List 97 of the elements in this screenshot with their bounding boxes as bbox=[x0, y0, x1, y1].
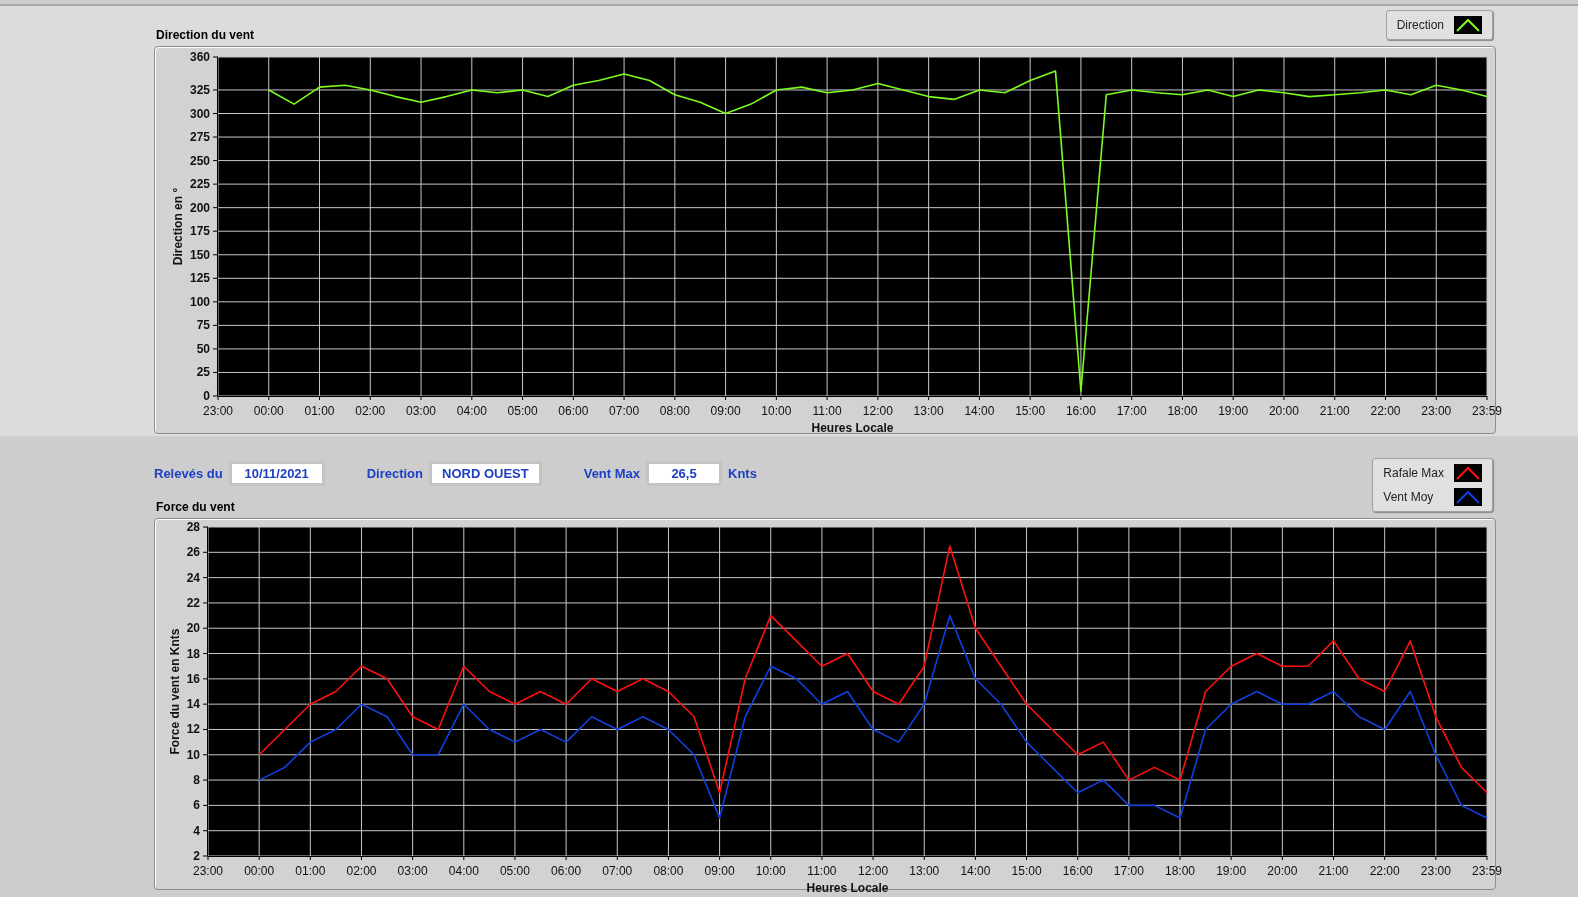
axis-tick-label: 4 bbox=[193, 823, 200, 838]
axis-tick-label: 05:00 bbox=[507, 404, 538, 418]
axis-tick-label: 360 bbox=[189, 50, 210, 64]
axis-tick-label: 02:00 bbox=[346, 864, 377, 878]
value-field: 10/11/2021 bbox=[228, 461, 325, 486]
legend-label: Rafale Max bbox=[1383, 466, 1444, 480]
axis-tick-label: 00:00 bbox=[253, 404, 284, 418]
axis-tick-label: 09:00 bbox=[710, 404, 741, 418]
axis-tick-label: 04:00 bbox=[448, 864, 479, 878]
axis-tick-label: 08:00 bbox=[659, 404, 690, 418]
axis-tick-label: 01:00 bbox=[304, 404, 335, 418]
axis-tick-label: 20:00 bbox=[1267, 864, 1298, 878]
axis-title: Force du vent en Knts bbox=[168, 628, 182, 755]
axis-tick-label: 18:00 bbox=[1165, 864, 1196, 878]
axis-tick-label: 25 bbox=[196, 365, 210, 380]
axis-tick-label: 6 bbox=[193, 798, 200, 813]
axis-tick-label: 14 bbox=[186, 697, 200, 712]
axis-tick-label: 18:00 bbox=[1167, 404, 1198, 418]
axis-tick-label: 19:00 bbox=[1216, 864, 1247, 878]
axis-tick-label: 03:00 bbox=[397, 864, 428, 878]
axis-tick-label: 06:00 bbox=[551, 864, 582, 878]
axis-tick-label: 275 bbox=[189, 130, 210, 145]
axis-tick-label: 16:00 bbox=[1065, 404, 1096, 418]
axis-tick-label: 10:00 bbox=[761, 404, 792, 418]
axis-tick-label: 23:00 bbox=[193, 864, 223, 878]
axis-tick-label: 11:00 bbox=[807, 864, 837, 878]
axis-tick-label: 23:59 bbox=[1472, 864, 1502, 878]
axis-tick-label: 22:00 bbox=[1370, 404, 1401, 418]
axis-tick-label: 22 bbox=[186, 595, 200, 610]
value-field: NORD OUEST bbox=[429, 461, 542, 486]
axis-tick-label: 225 bbox=[189, 177, 210, 192]
field-label: Relevés du bbox=[154, 466, 223, 481]
axis-tick-label: 12:00 bbox=[858, 864, 889, 878]
axis-tick-label: 23:00 bbox=[203, 404, 233, 418]
axis-tick-label: 10 bbox=[186, 747, 200, 762]
axis-title: Direction en ° bbox=[171, 187, 185, 266]
axis-tick-label: 8 bbox=[193, 773, 200, 788]
field-label: Vent Max bbox=[583, 466, 641, 481]
axis-tick-label: 18 bbox=[186, 646, 200, 661]
axis-tick-label: 04:00 bbox=[456, 404, 487, 418]
axis-tick-label: 22:00 bbox=[1369, 864, 1400, 878]
field-label: Direction bbox=[366, 466, 423, 481]
axis-tick-label: 28 bbox=[186, 520, 200, 534]
axis-tick-label: 300 bbox=[189, 106, 210, 121]
axis-tick-label: 09:00 bbox=[704, 864, 735, 878]
axis-tick-label: 11:00 bbox=[812, 404, 842, 418]
axis-tick-label: 21:00 bbox=[1319, 404, 1350, 418]
axis-tick-label: 17:00 bbox=[1113, 864, 1144, 878]
axis-tick-label: 20:00 bbox=[1268, 404, 1299, 418]
axis-tick-label: 16 bbox=[186, 671, 200, 686]
axis-tick-label: 12 bbox=[186, 722, 200, 737]
axis-tick-label: 75 bbox=[196, 318, 210, 333]
chart-title: Force du vent bbox=[155, 500, 236, 516]
axis-tick-label: 15:00 bbox=[1015, 404, 1046, 418]
axis-tick-label: 10:00 bbox=[755, 864, 786, 878]
axis-tick-label: 20 bbox=[186, 621, 200, 636]
axis-title: Heures Locale bbox=[811, 421, 894, 435]
axis-tick-label: 150 bbox=[189, 247, 210, 262]
axis-tick-label: 15:00 bbox=[1011, 864, 1042, 878]
axis-tick-label: 24 bbox=[186, 570, 200, 585]
axis-tick-label: 2 bbox=[193, 849, 200, 863]
legend-label: Vent Moy bbox=[1383, 490, 1434, 504]
axis-tick-label: 26 bbox=[186, 545, 200, 560]
axis-tick-label: 08:00 bbox=[653, 864, 684, 878]
axis-tick-label: 07:00 bbox=[602, 864, 633, 878]
axis-tick-label: 17:00 bbox=[1116, 404, 1147, 418]
axis-tick-label: 03:00 bbox=[406, 404, 437, 418]
axis-tick-label: 01:00 bbox=[295, 864, 326, 878]
axis-tick-label: 13:00 bbox=[909, 864, 940, 878]
axis-tick-label: 23:59 bbox=[1472, 404, 1502, 418]
axis-tick-label: 100 bbox=[189, 294, 210, 309]
axis-tick-label: 02:00 bbox=[355, 404, 386, 418]
axis-tick-label: 21:00 bbox=[1318, 864, 1349, 878]
axis-tick-label: 125 bbox=[189, 271, 210, 286]
axis-tick-label: 50 bbox=[196, 341, 210, 356]
axis-tick-label: 14:00 bbox=[960, 864, 991, 878]
axis-tick-label: 00:00 bbox=[244, 864, 275, 878]
axis-tick-label: 07:00 bbox=[609, 404, 640, 418]
axis-tick-label: 325 bbox=[189, 82, 210, 97]
axis-tick-label: 250 bbox=[189, 153, 210, 168]
value-field: 26,5 bbox=[646, 461, 723, 486]
axis-tick-label: 0 bbox=[203, 389, 210, 403]
axis-tick-label: 12:00 bbox=[862, 404, 893, 418]
axis-tick-label: 175 bbox=[189, 224, 210, 239]
axis-tick-label: 14:00 bbox=[964, 404, 995, 418]
legend-label: Direction bbox=[1396, 18, 1444, 32]
chart-title: Direction du vent bbox=[155, 28, 254, 44]
axis-tick-label: 200 bbox=[189, 200, 210, 215]
axis-tick-label: 23:00 bbox=[1421, 404, 1452, 418]
axis-tick-label: 19:00 bbox=[1218, 404, 1249, 418]
axis-tick-label: 13:00 bbox=[913, 404, 944, 418]
axis-tick-label: 23:00 bbox=[1420, 864, 1451, 878]
axis-tick-label: 06:00 bbox=[558, 404, 589, 418]
axis-title: Heures Locale bbox=[806, 881, 889, 895]
axis-tick-label: 05:00 bbox=[499, 864, 530, 878]
unit-label: Knts bbox=[728, 466, 757, 481]
axis-tick-label: 16:00 bbox=[1062, 864, 1093, 878]
